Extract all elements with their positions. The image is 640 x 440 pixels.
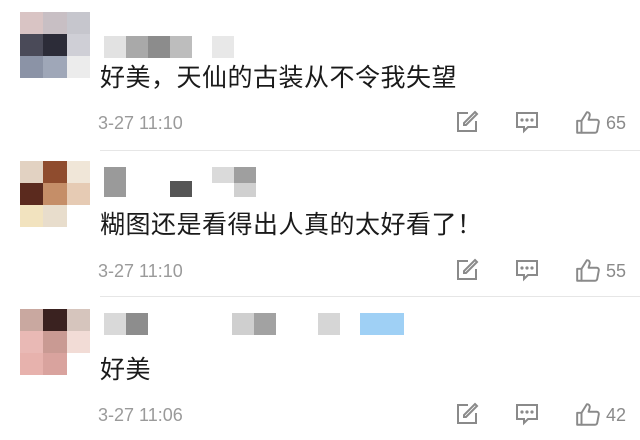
repost-button[interactable] xyxy=(455,258,479,282)
avatar-pixel xyxy=(20,12,44,34)
like-button[interactable]: 42 xyxy=(575,402,626,428)
username-pixel xyxy=(126,36,148,58)
username-pixel xyxy=(126,313,148,335)
reply-button[interactable] xyxy=(515,402,539,426)
like-count: 55 xyxy=(606,260,627,281)
username-pixel xyxy=(212,167,234,183)
avatar-pixel xyxy=(43,161,67,183)
avatar-pixel xyxy=(43,183,67,205)
avatar-pixel xyxy=(43,34,67,56)
repost-button[interactable] xyxy=(455,402,479,426)
comment-time: 3-27 11:10 xyxy=(98,261,183,281)
username-pixel xyxy=(360,313,404,335)
comment-text: 好美，天仙的古装从不令我失望 xyxy=(100,63,458,92)
avatar-pixel xyxy=(20,183,44,205)
username-pixel xyxy=(104,36,126,58)
username-pixel xyxy=(234,183,256,197)
avatar-pixel xyxy=(66,309,90,331)
avatar-pixel xyxy=(66,161,90,183)
username-pixel xyxy=(234,167,256,183)
comment-time: 3-27 11:10 xyxy=(98,113,183,133)
avatar-pixel xyxy=(66,56,90,78)
username-pixel xyxy=(254,313,276,335)
thumbs-up-icon xyxy=(576,403,600,426)
thumbs-up-icon xyxy=(576,259,600,282)
avatar-pixel xyxy=(20,34,44,56)
comment-icon xyxy=(516,260,538,282)
avatar-pixel xyxy=(43,205,67,227)
avatar-pixel xyxy=(20,56,44,78)
edit-icon xyxy=(457,402,479,424)
avatar-pixel xyxy=(43,309,67,331)
avatar-pixel xyxy=(20,205,44,227)
like-count: 65 xyxy=(606,112,627,133)
comment-item: 好美 3-27 11:06 42 xyxy=(0,297,640,440)
username-pixel xyxy=(318,313,340,335)
avatar-pixel xyxy=(43,12,67,34)
avatar-pixel xyxy=(66,331,90,353)
comment-text: 好美 xyxy=(100,355,152,384)
username-pixel xyxy=(232,313,254,335)
avatar-pixel xyxy=(43,56,67,78)
edit-icon xyxy=(457,258,479,280)
thumbs-up-icon xyxy=(576,111,600,134)
reply-button[interactable] xyxy=(515,110,539,134)
avatar-pixel xyxy=(66,205,90,227)
comment-time: 3-27 11:06 xyxy=(98,405,183,425)
comment-icon xyxy=(516,112,538,134)
username-pixel xyxy=(212,36,234,58)
username-pixel xyxy=(148,36,170,58)
reply-button[interactable] xyxy=(515,258,539,282)
username-pixel xyxy=(104,313,126,335)
comment-icon xyxy=(516,404,538,426)
edit-icon xyxy=(457,110,479,132)
avatar-pixel xyxy=(20,331,44,353)
avatar[interactable] xyxy=(20,12,90,78)
username-pixel xyxy=(170,36,192,58)
avatar-pixel xyxy=(66,183,90,205)
avatar-pixel xyxy=(66,353,90,375)
repost-button[interactable] xyxy=(455,110,479,134)
username-pixel xyxy=(170,181,192,197)
avatar-pixel xyxy=(20,161,44,183)
avatar-pixel xyxy=(43,331,67,353)
avatar[interactable] xyxy=(20,161,90,227)
comment-text: 糊图还是看得出人真的太好看了！ xyxy=(100,210,483,239)
avatar-pixel xyxy=(66,12,90,34)
avatar-pixel xyxy=(43,353,67,375)
comment-item: 好美，天仙的古装从不令我失望 3-27 11:10 65 xyxy=(0,0,640,150)
like-button[interactable]: 65 xyxy=(575,110,626,136)
avatar[interactable] xyxy=(20,309,90,375)
comment-item: 糊图还是看得出人真的太好看了！ 3-27 11:10 55 xyxy=(0,151,640,296)
avatar-pixel xyxy=(66,34,90,56)
avatar-pixel xyxy=(20,309,44,331)
avatar-pixel xyxy=(20,353,44,375)
username-pixel xyxy=(104,167,126,197)
like-button[interactable]: 55 xyxy=(575,258,626,284)
like-count: 42 xyxy=(606,404,627,425)
